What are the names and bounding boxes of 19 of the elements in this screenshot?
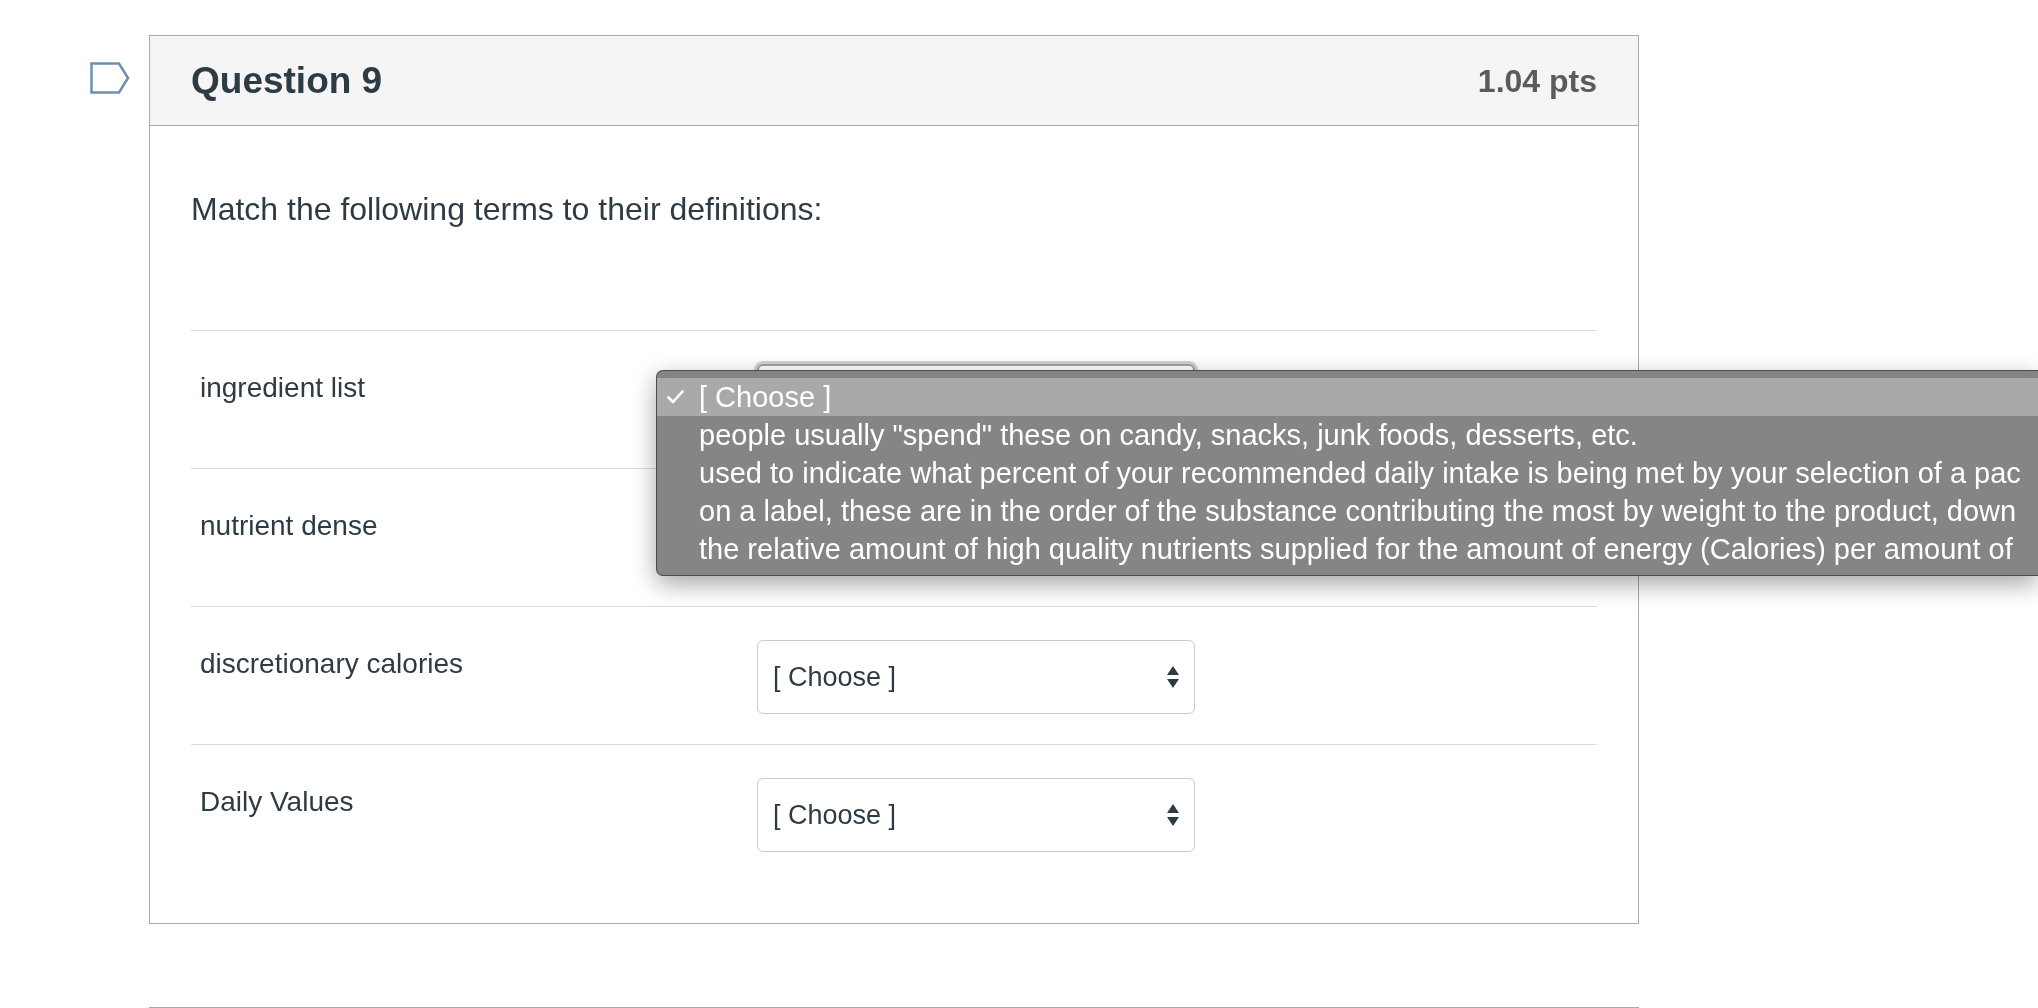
checkmark-icon bbox=[667, 390, 684, 404]
question-title: Question 9 bbox=[191, 58, 383, 103]
select-arrows-icon bbox=[1167, 666, 1179, 688]
select-arrows-icon bbox=[1167, 804, 1179, 826]
term-label: ingredient list bbox=[200, 371, 365, 405]
question-points: 1.04 pts bbox=[1477, 61, 1597, 101]
term-label: nutrient dense bbox=[200, 509, 378, 543]
term-label: Daily Values bbox=[200, 785, 354, 819]
select-value: [ Choose ] bbox=[773, 799, 897, 832]
option-label: people usually "spend" these on candy, snacks, junk foods, desserts, etc. bbox=[699, 418, 1638, 452]
question-prompt: Match the following terms to their definitions: bbox=[191, 190, 823, 229]
select-field[interactable]: [ Choose ] bbox=[757, 640, 1195, 714]
select-field[interactable]: [ Choose ] bbox=[757, 778, 1195, 852]
term-label: discretionary calories bbox=[200, 647, 463, 681]
option-label: [ Choose ] bbox=[699, 380, 832, 414]
dropdown-option[interactable]: [ Choose ] bbox=[657, 378, 2038, 416]
select-value: [ Choose ] bbox=[773, 661, 897, 694]
dropdown-option[interactable]: people usually "spend" these on candy, snacks, junk foods, desserts, etc. bbox=[657, 416, 2038, 454]
flag-icon[interactable] bbox=[90, 62, 130, 94]
